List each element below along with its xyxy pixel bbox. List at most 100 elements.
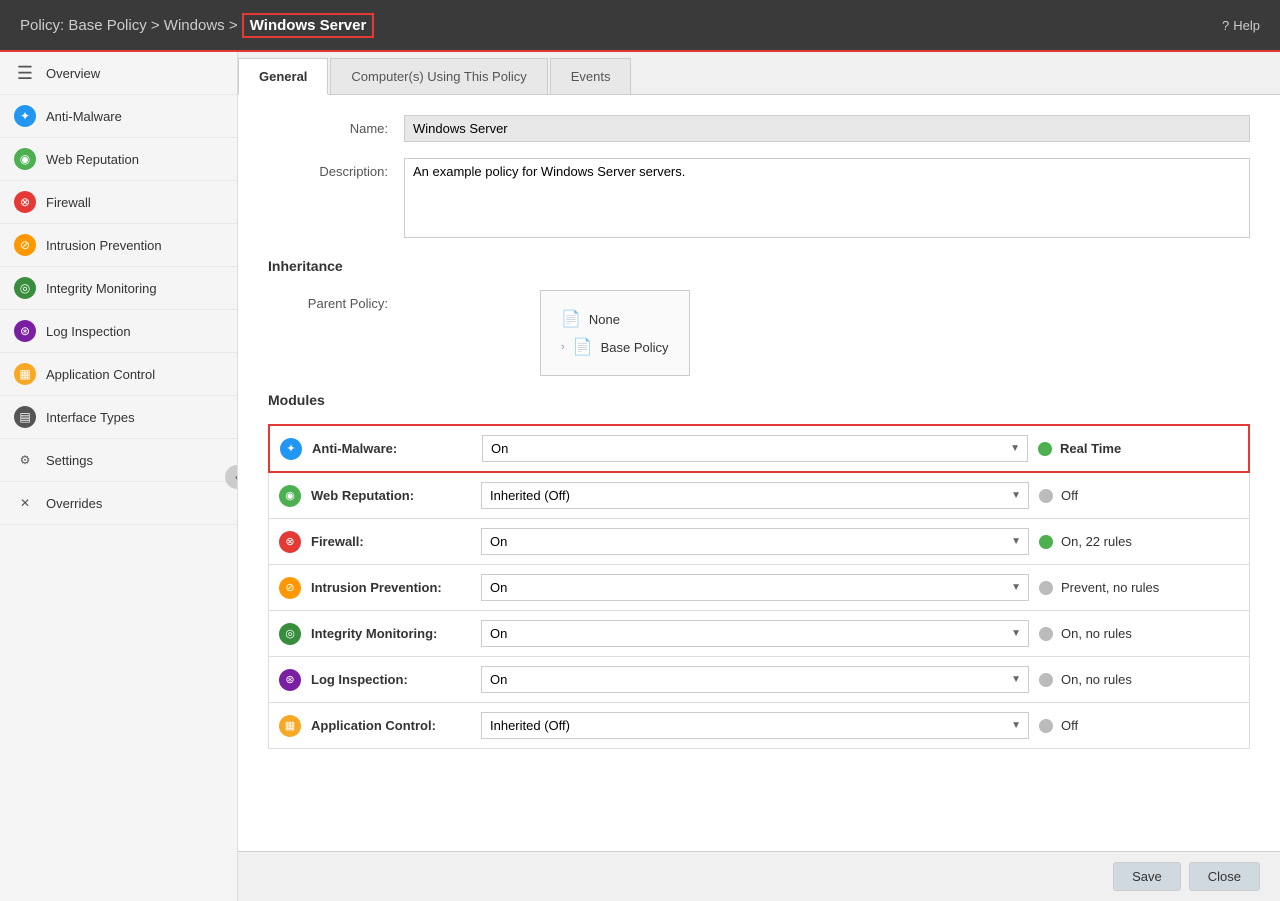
interface-icon: ▤ (14, 406, 36, 428)
sidebar-item-loginspection[interactable]: ⊛ Log Inspection (0, 310, 237, 353)
module-select-loginspection[interactable]: On Off Inherited (Off) (481, 666, 1029, 693)
module-select-wrapper-intrusion: On Off Inherited (Off) ▼ (481, 574, 1029, 601)
inherit-doc-icon: 📄 (561, 309, 581, 329)
breadcrumb: Policy: Base Policy > Windows > Windows … (20, 17, 374, 34)
help-button[interactable]: ? Help (1222, 18, 1260, 33)
tab-events[interactable]: Events (550, 58, 632, 94)
status-dot-loginspection (1039, 673, 1053, 687)
status-dot-appcontrol (1039, 719, 1053, 733)
module-select-intrusion[interactable]: On Off Inherited (Off) (481, 574, 1029, 601)
status-text-integrity: On, no rules (1061, 626, 1132, 641)
inherit-base-icon: 📄 (573, 337, 593, 357)
firewall-icon: ⊗ (14, 191, 36, 213)
integrity-icon: ◎ (14, 277, 36, 299)
sidebar-item-webreputation[interactable]: ◉ Web Reputation (0, 138, 237, 181)
inherit-chevron-icon[interactable]: › (561, 341, 565, 353)
module-status-firewall: On, 22 rules (1039, 534, 1239, 549)
antimalware-icon: ✦ (14, 105, 36, 127)
main-layout: ☰ Overview ✦ Anti-Malware ◉ Web Reputati… (0, 52, 1280, 901)
sidebar-item-overrides[interactable]: ✕ Overrides (0, 482, 237, 525)
module-label-firewall: Firewall: (311, 534, 471, 549)
sidebar-label-overview: Overview (46, 66, 100, 81)
overrides-icon: ✕ (14, 492, 36, 514)
module-status-antimalware: Real Time (1038, 441, 1238, 456)
module-row-firewall: ⊗ Firewall: On Off Inherited (Off) ▼ On,… (268, 518, 1250, 565)
sidebar: ☰ Overview ✦ Anti-Malware ◉ Web Reputati… (0, 52, 238, 901)
module-label-antimalware: Anti-Malware: (312, 441, 472, 456)
module-icon-antimalware: ✦ (280, 438, 302, 460)
current-page-title: Windows Server (242, 13, 375, 38)
name-input[interactable] (404, 115, 1250, 142)
module-select-wrapper-integrity: On Off Inherited (Off) ▼ (481, 620, 1029, 647)
module-status-appcontrol: Off (1039, 718, 1239, 733)
status-text-antimalware: Real Time (1060, 441, 1121, 456)
name-row: Name: (268, 115, 1250, 142)
sidebar-item-appcontrol[interactable]: ▦ Application Control (0, 353, 237, 396)
tab-computers[interactable]: Computer(s) Using This Policy (330, 58, 547, 94)
footer: Save Close (238, 851, 1280, 901)
module-icon-webreputation: ◉ (279, 485, 301, 507)
module-select-antimalware[interactable]: On Off Inherited (Off) (482, 435, 1028, 462)
description-input[interactable]: An example policy for Windows Server ser… (404, 158, 1250, 238)
close-button[interactable]: Close (1189, 862, 1260, 891)
help-label: Help (1233, 18, 1260, 33)
module-select-appcontrol[interactable]: On Off Inherited (Off) (481, 712, 1029, 739)
module-icon-intrusion: ⊘ (279, 577, 301, 599)
module-label-loginspection: Log Inspection: (311, 672, 471, 687)
settings-icon: ⚙ (14, 449, 36, 471)
module-status-loginspection: On, no rules (1039, 672, 1239, 687)
sidebar-item-integrity[interactable]: ◎ Integrity Monitoring (0, 267, 237, 310)
tab-bar: General Computer(s) Using This Policy Ev… (238, 52, 1280, 95)
module-status-webreputation: Off (1039, 488, 1239, 503)
status-text-appcontrol: Off (1061, 718, 1078, 733)
inheritance-base-row: › 📄 Base Policy (561, 333, 669, 361)
sidebar-label-webreputation: Web Reputation (46, 152, 139, 167)
status-dot-intrusion (1039, 581, 1053, 595)
description-row: Description: An example policy for Windo… (268, 158, 1250, 238)
header: Policy: Base Policy > Windows > Windows … (0, 0, 1280, 52)
status-dot-webreputation (1039, 489, 1053, 503)
module-status-integrity: On, no rules (1039, 626, 1239, 641)
sidebar-label-interface: Interface Types (46, 410, 135, 425)
content-inner: Name: Description: An example policy for… (238, 95, 1280, 768)
status-dot-integrity (1039, 627, 1053, 641)
inheritance-title: Inheritance (268, 258, 1250, 278)
sidebar-item-firewall[interactable]: ⊗ Firewall (0, 181, 237, 224)
sidebar-label-intrusion: Intrusion Prevention (46, 238, 162, 253)
status-text-webreputation: Off (1061, 488, 1078, 503)
sidebar-item-overview[interactable]: ☰ Overview (0, 52, 237, 95)
appcontrol-icon: ▦ (14, 363, 36, 385)
sidebar-item-intrusion[interactable]: ⊘ Intrusion Prevention (0, 224, 237, 267)
module-status-intrusion: Prevent, no rules (1039, 580, 1239, 595)
module-select-wrapper-loginspection: On Off Inherited (Off) ▼ (481, 666, 1029, 693)
module-select-webreputation[interactable]: On Off Inherited (Off) (481, 482, 1029, 509)
module-icon-integrity: ◎ (279, 623, 301, 645)
module-row-antimalware: ✦ Anti-Malware: On Off Inherited (Off) ▼… (268, 424, 1250, 473)
module-select-wrapper-antimalware: On Off Inherited (Off) ▼ (482, 435, 1028, 462)
sidebar-label-settings: Settings (46, 453, 93, 468)
status-text-firewall: On, 22 rules (1061, 534, 1132, 549)
module-select-integrity[interactable]: On Off Inherited (Off) (481, 620, 1029, 647)
module-select-firewall[interactable]: On Off Inherited (Off) (481, 528, 1029, 555)
inheritance-none-row: 📄 None (561, 305, 669, 333)
status-dot-antimalware (1038, 442, 1052, 456)
module-label-webreputation: Web Reputation: (311, 488, 471, 503)
sidebar-item-interface[interactable]: ▤ Interface Types (0, 396, 237, 439)
content-area: Name: Description: An example policy for… (238, 95, 1280, 851)
inherit-base-label: Base Policy (601, 340, 669, 355)
sidebar-item-settings[interactable]: ⚙ Settings (0, 439, 237, 482)
tab-general[interactable]: General (238, 58, 328, 95)
modules-title: Modules (268, 392, 1250, 412)
inherit-none-label: None (589, 312, 620, 327)
module-row-intrusion: ⊘ Intrusion Prevention: On Off Inherited… (268, 564, 1250, 611)
sidebar-item-antimalware[interactable]: ✦ Anti-Malware (0, 95, 237, 138)
module-select-wrapper-firewall: On Off Inherited (Off) ▼ (481, 528, 1029, 555)
module-select-wrapper-webreputation: On Off Inherited (Off) ▼ (481, 482, 1029, 509)
module-row-integrity: ◎ Integrity Monitoring: On Off Inherited… (268, 610, 1250, 657)
overview-icon: ☰ (14, 62, 36, 84)
breadcrumb-prefix: Policy: Base Policy > Windows > (20, 17, 242, 34)
save-button[interactable]: Save (1113, 862, 1181, 891)
module-icon-appcontrol: ▦ (279, 715, 301, 737)
sidebar-label-antimalware: Anti-Malware (46, 109, 122, 124)
sidebar-label-integrity: Integrity Monitoring (46, 281, 157, 296)
